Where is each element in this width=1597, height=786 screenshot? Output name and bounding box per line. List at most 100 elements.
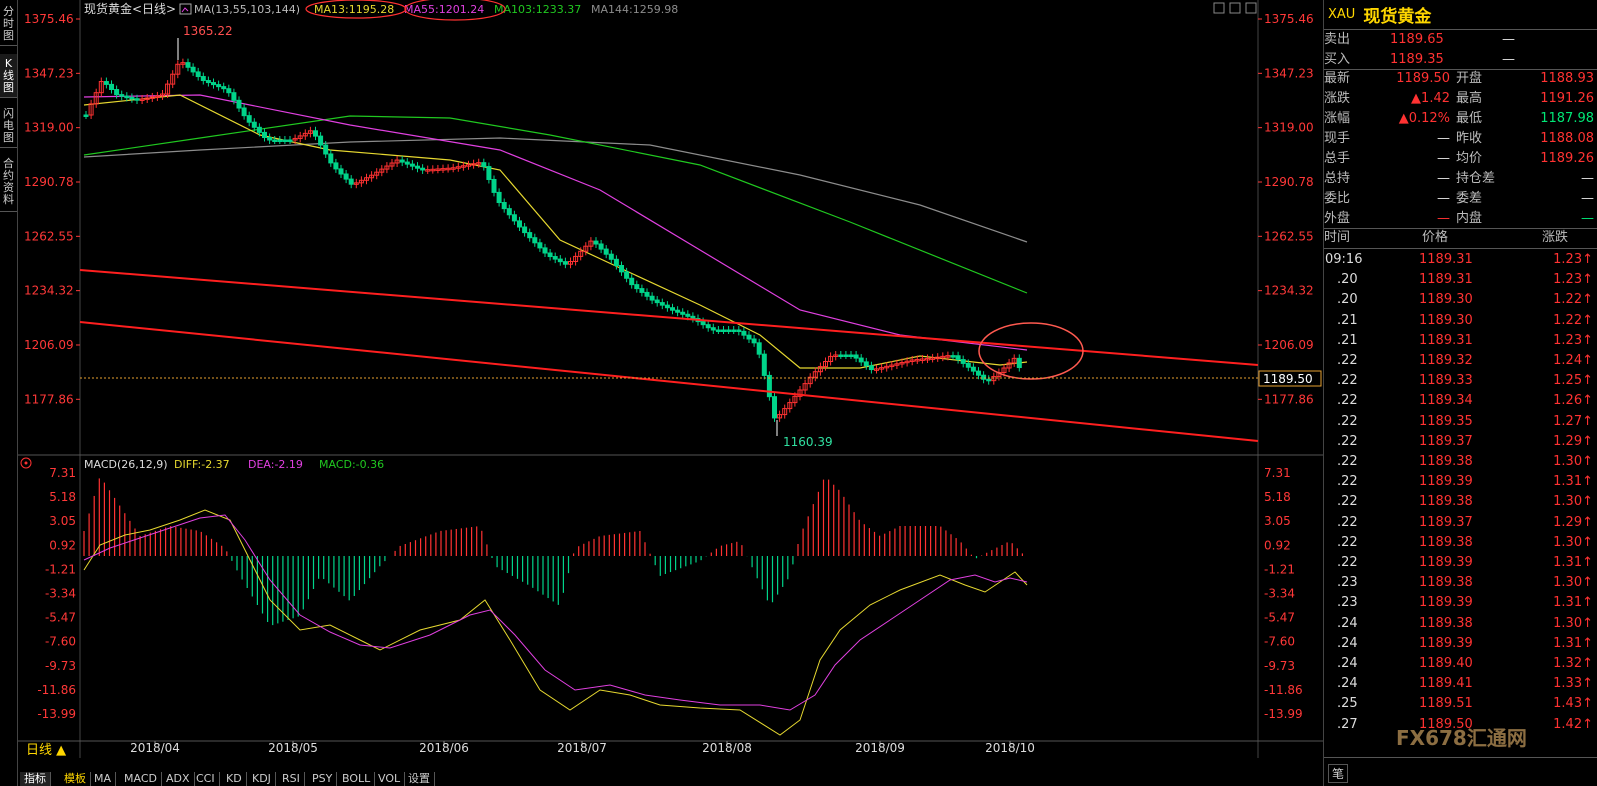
- tick-row: .22 1189.38 1.30↑: [1337, 494, 1593, 510]
- tick-row: 09:16 1189.31 1.23↑: [1325, 252, 1593, 267]
- price-tick-left: 1206.09: [24, 338, 74, 352]
- indicator-tab-1[interactable]: 指标: [20, 772, 51, 786]
- price-axis-right: 1375.46 1347.23 1319.00 1290.78 1262.55 1234.…: [1264, 12, 1314, 406]
- candle-body: [649, 295, 655, 301]
- date-tick: 2018/05: [268, 741, 318, 755]
- indicator-tab-bar: 指标 模板 MA MACD ADX CCI KD KDJ RSI PSY BOLL VOL 设置: [18, 758, 1323, 786]
- macd-tick-right: -7.60: [1264, 635, 1295, 649]
- macd-axis-left: 7.31 5.18 3.05 0.92 -1.21 -3.34 -5.47 -7.60 -9.7…: [37, 466, 76, 721]
- maximize-button[interactable]: [1229, 2, 1241, 14]
- macd-dea: DEA:-2.19: [248, 458, 303, 471]
- candle-body: [420, 167, 426, 171]
- indicator-tab-2[interactable]: 模板: [60, 772, 91, 786]
- candle-body: [119, 94, 125, 97]
- restore-button[interactable]: [1213, 2, 1225, 14]
- indicator-tab-7[interactable]: KD: [222, 772, 247, 786]
- candle-body: [190, 66, 196, 73]
- candle-body: [721, 329, 726, 332]
- price-tick-right: 1234.32: [1264, 284, 1314, 298]
- candle-body: [685, 313, 691, 317]
- candle-body: [496, 191, 502, 204]
- candle-body: [976, 370, 981, 376]
- tick-row: .22 1189.37 1.29↑: [1337, 433, 1593, 449]
- indicator-tab-5[interactable]: ADX: [162, 772, 195, 786]
- price-tick-right: 1375.46: [1264, 12, 1314, 26]
- indicator-tab-4[interactable]: MACD: [120, 772, 162, 786]
- indicator-tab-8[interactable]: KDJ: [248, 772, 276, 786]
- quote-field-row: 涨幅 ▲0.12% 最低 1187.98: [1324, 111, 1594, 126]
- chart-toolbar-icon[interactable]: [179, 3, 192, 15]
- macd-tick-right: -11.86: [1264, 683, 1303, 697]
- trend-lines: [79, 269, 1259, 442]
- macd-tick-right: 0.92: [1264, 538, 1291, 552]
- candle-body: [527, 232, 533, 239]
- indicator-tab-13[interactable]: 设置: [404, 772, 435, 786]
- candle-body: [318, 135, 324, 146]
- price-tick-left: 1319.00: [24, 121, 74, 135]
- price-tick-left: 1234.32: [24, 284, 74, 298]
- candle-body: [981, 374, 987, 380]
- candle-body: [680, 311, 686, 315]
- ticks-header: 时间 价格 涨跌: [1324, 230, 1569, 245]
- tick-row: .21 1189.30 1.22↑: [1337, 312, 1593, 328]
- candle-body: [246, 115, 252, 123]
- macd-tick-right: 3.05: [1264, 514, 1291, 528]
- ma103-value: MA103:1233.37: [494, 3, 581, 16]
- macd-tick-right: -3.34: [1264, 587, 1295, 601]
- period-selector[interactable]: 日线 ▲: [26, 743, 66, 758]
- tick-row: .21 1189.31 1.23↑: [1337, 332, 1593, 348]
- candle-body: [756, 342, 762, 355]
- candle-body: [109, 83, 114, 91]
- tick-row: .22 1189.39 1.31↑: [1337, 555, 1593, 570]
- close-button[interactable]: [1245, 2, 1257, 14]
- candle-body: [863, 361, 869, 367]
- candle-body: [644, 291, 650, 297]
- candle-body: [343, 173, 349, 180]
- indicator-tab-3[interactable]: MA: [90, 772, 117, 786]
- indicator-tab-10[interactable]: PSY: [308, 772, 338, 786]
- date-tick: 2018/08: [702, 741, 752, 755]
- indicator-tab-9[interactable]: RSI: [278, 772, 305, 786]
- indicator-tab-11[interactable]: BOLL: [338, 772, 376, 786]
- candle-body: [547, 252, 553, 258]
- candle-body: [690, 315, 696, 320]
- macd-settings-icon[interactable]: [20, 457, 32, 469]
- candle-body: [501, 202, 507, 210]
- tick-footer-tab[interactable]: 笔: [1328, 764, 1349, 783]
- candle-body: [603, 248, 609, 255]
- indicator-tab-12[interactable]: VOL: [374, 772, 406, 786]
- candle-body: [522, 226, 528, 234]
- price-tick-left: 1290.78: [24, 175, 74, 189]
- kline-chart-area[interactable]: 现货黄金<日线> MA(13,55,103,144) MA13:1195.28 …: [0, 0, 1323, 786]
- candle-body: [517, 220, 522, 228]
- price-tick-left: 1347.23: [24, 66, 74, 80]
- candle-body: [731, 329, 737, 332]
- window-buttons[interactable]: [1213, 2, 1257, 14]
- candle-body: [726, 329, 732, 332]
- candle-body: [838, 354, 844, 357]
- tick-row: .22 1189.38 1.30↑: [1337, 534, 1593, 550]
- macd-tick-right: -13.99: [1264, 707, 1303, 721]
- candle-body: [986, 378, 992, 382]
- candle-body: [853, 354, 859, 359]
- candle-body: [960, 359, 966, 364]
- candle-body: [221, 86, 227, 90]
- candle-body: [562, 261, 568, 265]
- candle-body: [542, 247, 548, 254]
- candle-body: [659, 302, 665, 306]
- macd-tick-left: -9.73: [45, 659, 76, 673]
- macd-tick-right: 5.18: [1264, 490, 1291, 504]
- indicator-tab-6[interactable]: CCI: [192, 772, 220, 786]
- quote-field-row: 涨跌 ▲1.42 最高 1191.26: [1324, 91, 1594, 106]
- candle-body: [736, 329, 742, 332]
- candle-body: [634, 284, 640, 290]
- macd-dea-line: [83, 514, 1028, 711]
- date-tick: 2018/07: [557, 741, 607, 755]
- candle-body: [700, 321, 706, 326]
- last-price-label: 1189.50: [1263, 372, 1313, 386]
- candle-body: [415, 165, 420, 169]
- moving-average-lines: [83, 94, 1028, 369]
- candle-body: [481, 162, 487, 168]
- candle-body: [670, 307, 675, 311]
- quote-field-row: 现手 — 昨收 1188.08: [1324, 131, 1594, 146]
